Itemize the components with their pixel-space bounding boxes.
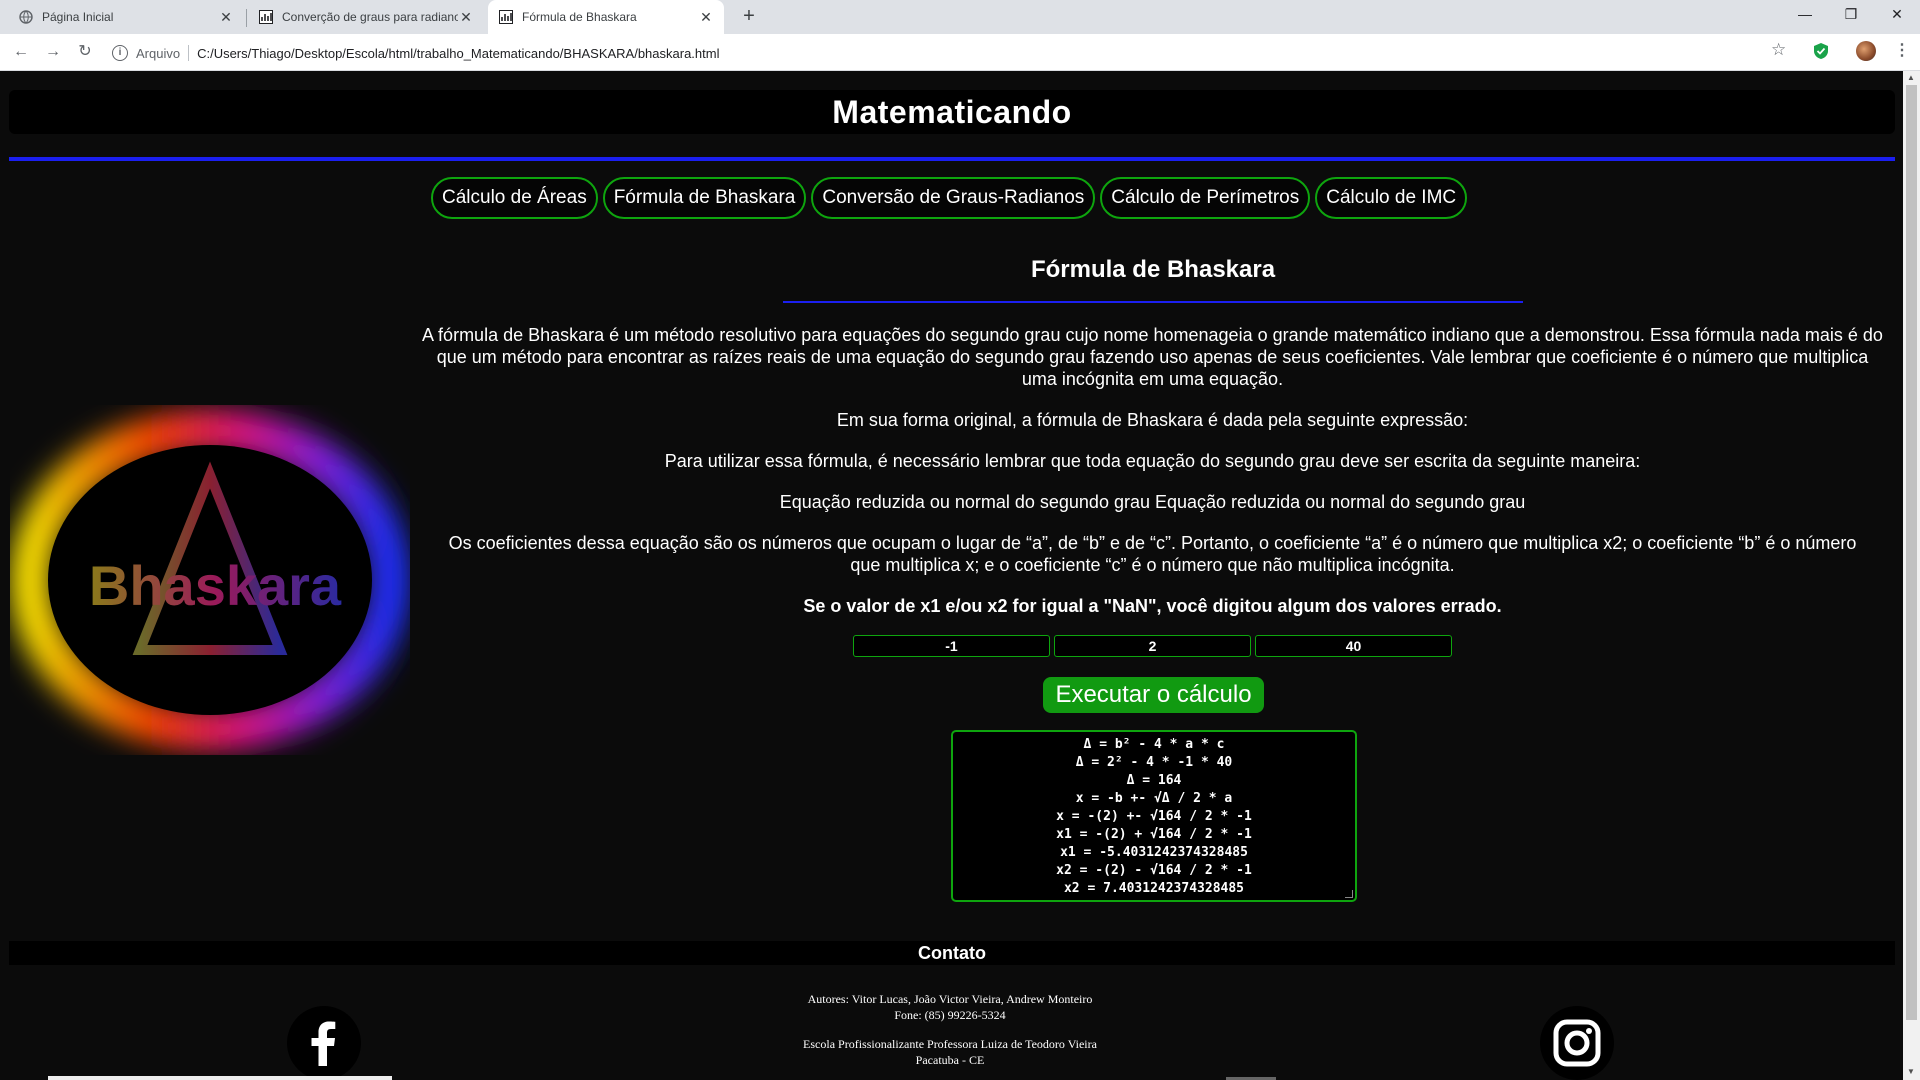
footer-authors: Autores: Vitor Lucas, João Victor Vieira… xyxy=(807,992,1093,1006)
coefficient-b-input[interactable]: 2 xyxy=(1054,635,1251,657)
result-line: Δ = 164 xyxy=(1126,773,1182,788)
contact-bar: Contato xyxy=(9,941,1895,965)
facebook-icon[interactable] xyxy=(287,1006,361,1080)
nav-conversao-graus-radianos[interactable]: Conversão de Graus-Radianos xyxy=(811,177,1096,219)
browser-chrome: Página Inicial ✕ Converção de graus para… xyxy=(0,0,1920,71)
coefficient-inputs: -1 2 40 xyxy=(853,635,1452,657)
scroll-down-icon[interactable]: ▼ xyxy=(1907,1067,1915,1076)
nav-calculo-perimetros[interactable]: Cálculo de Perímetros xyxy=(1100,177,1311,219)
tab-title: Fórmula de Bhaskara xyxy=(522,10,637,24)
tab-title: Converção de graus para radiano xyxy=(282,10,458,24)
execute-calculation-button[interactable]: Executar o cálculo xyxy=(1043,677,1264,713)
intro-paragraph: A fórmula de Bhaskara é um método resolu… xyxy=(422,325,1883,389)
usage-paragraph: Para utilizar essa fórmula, é necessário… xyxy=(664,451,1641,471)
result-line: Δ = 2² - 4 * -1 * 40 xyxy=(1075,755,1233,770)
coefficient-a-input[interactable]: -1 xyxy=(853,635,1050,657)
result-line: x2 = -(2) - √164 / 2 * -1 xyxy=(1056,863,1252,878)
scrollbar-thumb[interactable] xyxy=(1906,85,1917,1020)
chart-icon xyxy=(258,9,274,25)
site-title: Matematicando xyxy=(832,94,1072,130)
tab-separator xyxy=(246,9,247,27)
result-textarea[interactable]: Δ = b² - 4 * a * c Δ = 2² - 4 * -1 * 40 … xyxy=(951,730,1357,902)
nan-warning: Se o valor de x1 e/ou x2 for igual a "Na… xyxy=(803,596,1502,616)
result-line: x2 = 7.4031242374328485 xyxy=(1063,881,1244,896)
footer-city: Pacatuba - CE xyxy=(915,1053,985,1067)
horizontal-scroll-indicator xyxy=(48,1076,392,1080)
resize-grip-icon[interactable] xyxy=(1345,890,1353,898)
contact-title: Contato xyxy=(918,943,986,963)
main-nav: Cálculo de Áreas Fórmula de Bhaskara Con… xyxy=(431,177,1468,219)
coefficients-paragraph: Os coeficientes dessa equação são os núm… xyxy=(448,533,1857,575)
header-divider xyxy=(9,157,1895,161)
close-tab-icon[interactable]: ✕ xyxy=(218,9,234,25)
tab-bhaskara[interactable]: Fórmula de Bhaskara ✕ xyxy=(488,0,724,34)
back-button[interactable]: ← xyxy=(10,41,32,63)
scroll-up-icon[interactable]: ▲ xyxy=(1907,73,1915,82)
tab-pagina-inicial[interactable]: Página Inicial ✕ xyxy=(8,0,244,34)
info-icon[interactable]: i xyxy=(112,45,128,61)
address-bar[interactable]: i Arquivo C:/Users/Thiago/Desktop/Escola… xyxy=(112,39,1792,67)
address-divider xyxy=(188,45,190,61)
page-title: Fórmula de Bhaskara xyxy=(1030,256,1276,283)
profile-avatar[interactable] xyxy=(1856,41,1876,61)
footer-phone: Fone: (85) 99226-5324 xyxy=(894,1008,1006,1022)
nav-formula-bhaskara[interactable]: Fórmula de Bhaskara xyxy=(602,177,807,219)
page-viewport: Matematicando Cálculo de Áreas Fórmula d… xyxy=(0,71,1903,1080)
close-tab-icon[interactable]: ✕ xyxy=(698,9,714,25)
title-divider xyxy=(783,301,1523,303)
coefficient-c-input[interactable]: 40 xyxy=(1255,635,1452,657)
close-tab-icon[interactable]: ✕ xyxy=(458,9,474,25)
tab-conversao[interactable]: Converção de graus para radiano ✕ xyxy=(248,0,484,34)
result-line: Δ = b² - 4 * a * c xyxy=(1083,737,1225,752)
restore-button[interactable]: ❐ xyxy=(1828,0,1874,30)
minimize-button[interactable]: — xyxy=(1782,0,1828,30)
forward-button[interactable]: → xyxy=(42,41,64,63)
nav-calculo-areas[interactable]: Cálculo de Áreas xyxy=(431,177,598,219)
shield-extension-icon[interactable] xyxy=(1813,42,1829,60)
logo-text: Bhaskara xyxy=(89,554,342,617)
result-line: x = -b +- √Δ / 2 * a xyxy=(1075,791,1233,806)
footer-school: Escola Profissionalizante Professora Lui… xyxy=(803,1037,1097,1051)
globe-icon xyxy=(18,9,34,25)
result-line: x = -(2) +- √164 / 2 * -1 xyxy=(1056,809,1252,824)
result-line: x1 = -5.4031242374328485 xyxy=(1060,845,1248,860)
reload-button[interactable]: ↻ xyxy=(74,41,96,63)
address-url[interactable]: C:/Users/Thiago/Desktop/Escola/html/trab… xyxy=(197,46,719,61)
browser-toolbar: ← → ↻ i Arquivo C:/Users/Thiago/Desktop/… xyxy=(0,34,1920,71)
vertical-scrollbar[interactable]: ▲ ▼ xyxy=(1903,71,1920,1080)
tab-title: Página Inicial xyxy=(42,10,114,24)
bhaskara-logo: Bhaskara xyxy=(10,405,410,755)
reduced-equation-paragraph: Equação reduzida ou normal do segundo gr… xyxy=(779,492,1526,512)
close-window-button[interactable]: ✕ xyxy=(1874,0,1920,30)
nav-calculo-imc[interactable]: Cálculo de IMC xyxy=(1315,177,1468,219)
new-tab-button[interactable]: + xyxy=(737,5,761,29)
bookmark-star-icon[interactable]: ☆ xyxy=(1771,40,1786,60)
original-form-paragraph: Em sua forma original, a fórmula de Bhas… xyxy=(836,410,1469,430)
tab-strip: Página Inicial ✕ Converção de graus para… xyxy=(0,0,1920,34)
address-scheme: Arquivo xyxy=(136,45,181,61)
chart-icon xyxy=(498,9,514,25)
result-line: x1 = -(2) + √164 / 2 * -1 xyxy=(1056,827,1252,842)
instagram-icon[interactable] xyxy=(1540,1006,1614,1080)
site-header: Matematicando xyxy=(9,90,1895,134)
menu-icon[interactable]: ⋮ xyxy=(1894,40,1910,60)
